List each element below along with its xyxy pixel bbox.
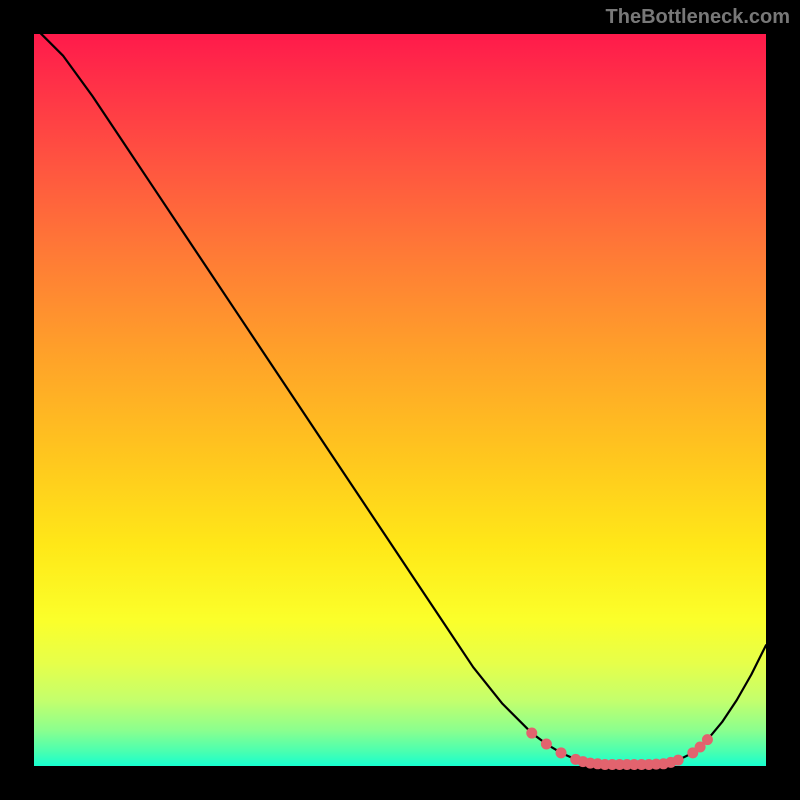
data-marker (541, 739, 551, 749)
data-marker (527, 728, 537, 738)
chart-frame: TheBottleneck.com (0, 0, 800, 800)
data-marker (673, 755, 683, 765)
plot-area (34, 34, 766, 766)
bottleneck-curve (34, 27, 766, 765)
data-marker (556, 748, 566, 758)
curve-layer (34, 34, 766, 766)
attribution-label: TheBottleneck.com (606, 6, 790, 29)
data-marker (702, 735, 712, 745)
